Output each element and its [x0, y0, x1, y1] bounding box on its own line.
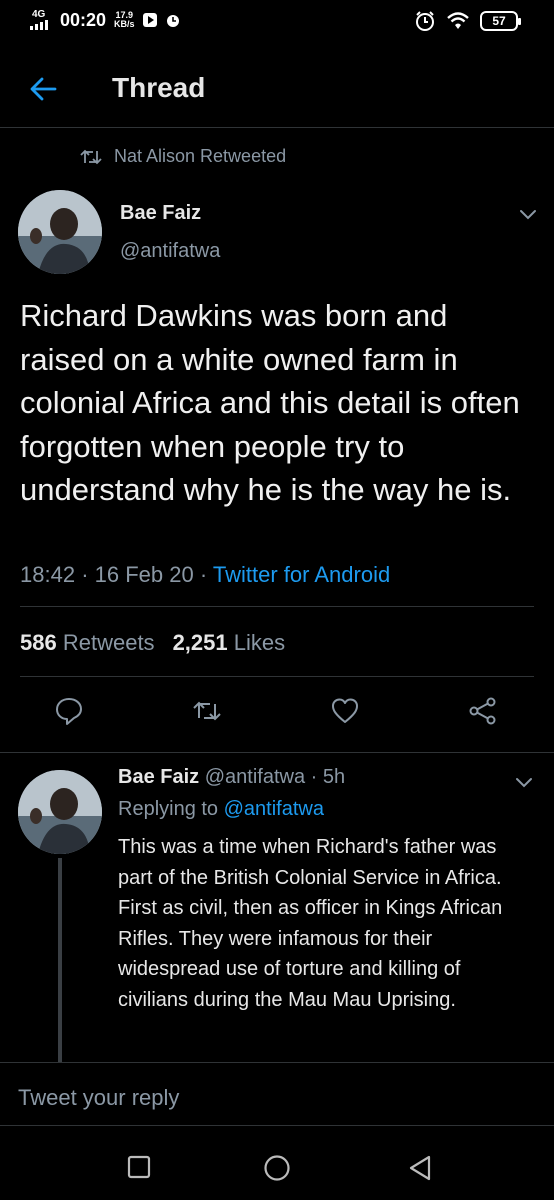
status-bar: 4G 00:20 17.9 KB/s 57 [0, 0, 554, 44]
speed-unit: KB/s [114, 19, 135, 29]
likes-label: Likes [233, 630, 286, 655]
reply-text: This was a time when Richard's father wa… [118, 836, 503, 1011]
author-handle[interactable]: @antifatwa [120, 240, 220, 263]
divider [20, 676, 534, 677]
wifi-icon [447, 12, 469, 29]
retweets-count: 586 [20, 630, 57, 655]
tweet-date: 16 Feb 20 [94, 562, 194, 587]
network-speed: 17.9 KB/s [114, 11, 135, 29]
page-title: Thread [112, 72, 206, 103]
recent-apps-icon[interactable] [126, 1154, 152, 1180]
retweet-icon[interactable] [192, 696, 222, 726]
home-icon[interactable] [262, 1154, 292, 1182]
thread-header: Thread [0, 56, 554, 128]
tweet-time: 18:42 [20, 562, 76, 587]
tweet-reply-input[interactable] [18, 1085, 518, 1111]
replying-to-label: Replying to [118, 798, 219, 820]
tweet-meta: 18:42 · 16 Feb 20 · Twitter for Android [20, 562, 391, 587]
reply-tweet[interactable] [0, 752, 554, 753]
chevron-down-icon[interactable] [516, 202, 540, 226]
retweeted-by[interactable]: Nat Alison Retweeted [80, 146, 286, 167]
retweets-label: Retweets [62, 630, 155, 655]
likes-stat[interactable]: 2,251 Likes [173, 630, 286, 656]
share-icon[interactable] [468, 696, 498, 726]
system-navigation-bar [0, 1128, 554, 1200]
retweeted-label: Nat Alison Retweeted [114, 146, 287, 166]
clock: 00:20 [60, 9, 107, 30]
tweet-source[interactable]: Twitter for Android [213, 562, 390, 587]
author-name[interactable]: Bae Faiz [120, 202, 201, 225]
reply-avatar[interactable] [18, 770, 102, 854]
media-play-icon [142, 13, 157, 27]
signal-icon: 4G [30, 8, 52, 32]
reply-author-name[interactable]: Bae Faiz [118, 766, 199, 788]
back-arrow-icon[interactable] [28, 74, 58, 104]
tweet-actions [0, 696, 554, 732]
alarm-clock-icon [416, 11, 434, 31]
tweet-text: Richard Dawkins was born and raised on a… [20, 298, 520, 507]
alarm-icon [166, 15, 179, 27]
reply-icon[interactable] [54, 696, 84, 726]
thread-connector-line [58, 858, 62, 1062]
reply-composer [0, 1062, 554, 1126]
tweet-stats: 586 Retweets 2,251 Likes [20, 630, 285, 656]
replying-to: Replying to @antifatwa [118, 798, 324, 821]
divider [20, 606, 534, 607]
reply-header: Bae Faiz @antifatwa · 5h [118, 766, 346, 788]
back-icon[interactable] [406, 1154, 434, 1182]
likes-count: 2,251 [172, 630, 228, 655]
battery-icon: 57 [480, 11, 521, 31]
retweet-icon [80, 149, 102, 164]
network-type: 4G [32, 9, 46, 20]
replying-to-handle[interactable]: @antifatwa [224, 798, 324, 820]
retweets-stat[interactable]: 586 Retweets [20, 630, 155, 656]
chevron-down-icon[interactable] [512, 770, 536, 794]
reply-age: 5h [322, 766, 346, 788]
reply-author-handle[interactable]: @antifatwa [205, 766, 305, 788]
avatar[interactable] [18, 190, 102, 274]
like-heart-icon[interactable] [330, 696, 360, 726]
